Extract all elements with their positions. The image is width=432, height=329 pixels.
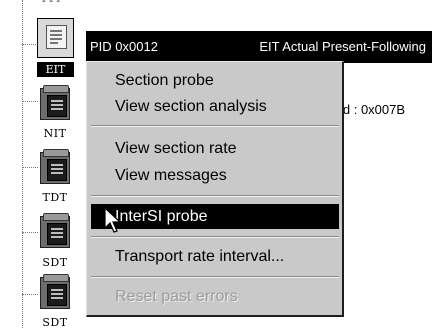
id-value: ld : 0x007B: [340, 102, 406, 117]
menu-separator: [91, 195, 339, 197]
table-type-label: EIT Actual Present-Following: [259, 39, 426, 54]
document-icon[interactable]: [40, 274, 70, 309]
document-icon[interactable]: [37, 18, 74, 58]
tree-branch: [22, 294, 38, 295]
tree-branch: [22, 167, 38, 168]
tree-branch: [22, 44, 38, 45]
tree-node-label-sdt[interactable]: SDT: [32, 256, 78, 269]
menu-separator: [91, 236, 339, 238]
document-icon[interactable]: [40, 213, 70, 248]
menu-separator: [91, 276, 339, 278]
menu-item-transport-rate-interval[interactable]: Transport rate interval...: [91, 244, 339, 269]
tree-partial-label: - - -: [42, 0, 61, 7]
tree-node-label-tdt[interactable]: TDT: [32, 191, 78, 204]
menu-item-reset-past-errors: Reset past errors: [115, 288, 238, 305]
selected-row[interactable]: PID 0x0012 EIT Actual Present-Following: [86, 31, 432, 63]
menu-item-view-section-analysis[interactable]: View section analysis: [91, 94, 339, 119]
tree-node-label-nit[interactable]: NIT: [32, 127, 78, 140]
tree-connector-line: [22, 0, 23, 328]
tree-node-label-sdt-2[interactable]: SDT: [32, 316, 78, 329]
tree-branch: [22, 101, 38, 102]
menu-item-view-messages[interactable]: View messages: [91, 163, 339, 188]
mouse-cursor-icon: [104, 207, 122, 233]
tree-branch: [22, 232, 38, 233]
menu-item-section-probe[interactable]: Section probe: [91, 68, 339, 93]
pid-value: PID 0x0012: [90, 39, 158, 54]
document-icon[interactable]: [40, 85, 70, 120]
menu-separator: [91, 125, 339, 127]
tree-node-label-eit[interactable]: EIT: [37, 62, 74, 77]
menu-item-intersi-probe[interactable]: InterSI probe: [91, 204, 339, 229]
document-icon[interactable]: [40, 149, 70, 184]
context-menu: Section probe View section analysis View…: [86, 61, 344, 317]
menu-item-view-section-rate[interactable]: View section rate: [91, 136, 339, 161]
